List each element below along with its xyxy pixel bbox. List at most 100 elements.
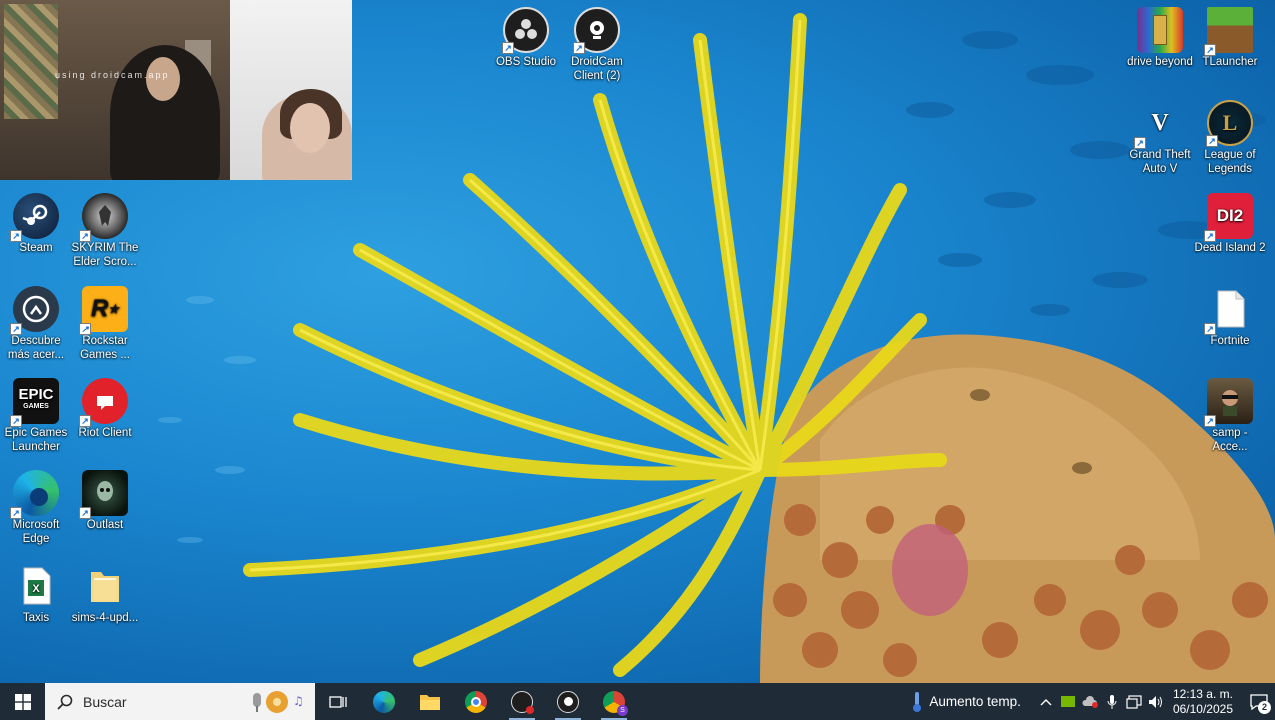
desktop-icon-label: Riot Client (78, 427, 132, 439)
network-ethernet-icon (1126, 694, 1142, 709)
desktop-icon-label: Microsoft Edge (12, 519, 60, 545)
svg-text:X: X (32, 583, 40, 595)
taskbar-file-explorer[interactable] (407, 683, 453, 720)
tray-volume[interactable] (1145, 695, 1167, 709)
desktop-icon-gta[interactable]: V ↗ Grand Theft Auto V (1124, 100, 1196, 176)
droidcam-icon: ↗ (573, 7, 620, 54)
desktop-icon-label: Steam (19, 242, 53, 254)
grass-block-icon: ↗ (1204, 7, 1253, 56)
compass-icon: ↗ (10, 286, 59, 335)
league-of-legends-icon: L ↗ (1206, 100, 1253, 147)
tray-onedrive[interactable] (1079, 695, 1101, 708)
taskbar-droidcam[interactable] (545, 683, 591, 720)
desktop-icon-droidcam[interactable]: ↗ DroidCam Client (2) (561, 7, 633, 83)
cloud-error-icon (1082, 695, 1098, 708)
dead-island-icon: DI2 ↗ (1204, 193, 1253, 242)
desktop-icon-label: Fortnite (1210, 335, 1250, 347)
desktop-icon-label: Descubre más acer... (7, 335, 65, 361)
desktop-icon-rockstar[interactable]: R ★ ↗ Rockstar Games ... (69, 286, 141, 362)
desktop-icon-label: League of Legends (1204, 149, 1256, 175)
edge-icon (373, 690, 395, 713)
desktop-icon-label: Rockstar Games ... (80, 335, 130, 361)
notification-center-button[interactable]: 2 (1243, 683, 1275, 720)
webcam-watermark: using droidcam.app (55, 70, 170, 80)
weather-widget[interactable]: Aumento temp. (911, 691, 1021, 713)
search-placeholder: Buscar (83, 693, 127, 710)
folder-icon (82, 563, 128, 609)
microphone-icon (1107, 694, 1117, 709)
desktop-icon-steam[interactable]: ↗ Steam (0, 193, 72, 255)
desktop-icon-edge[interactable]: ↗ Microsoft Edge (0, 470, 72, 546)
desktop-icon-label: SKYRIM The Elder Scro... (71, 242, 139, 268)
desktop-icon-sims[interactable]: sims-4-upd... (69, 563, 141, 625)
droidcam-icon (557, 690, 579, 713)
webcam-person-left (110, 45, 220, 180)
desktop-icon-lol[interactable]: L ↗ League of Legends (1194, 100, 1266, 176)
steam-icon: ↗ (10, 193, 59, 242)
taskbar-chrome[interactable] (453, 683, 499, 720)
desktop-icon-label: TLauncher (1202, 56, 1258, 68)
desktop-icon-fortnite[interactable]: ↗ Fortnite (1194, 286, 1266, 348)
excel-file-icon: X (13, 563, 59, 609)
desktop-icon-label: samp - Acce... (1212, 427, 1248, 453)
taskbar-clock[interactable]: 12:13 a. m. 06/10/2025 (1173, 687, 1233, 717)
blank-file-icon: ↗ (1204, 286, 1253, 335)
desktop-icon-dead-island[interactable]: DI2 ↗ Dead Island 2 (1194, 193, 1266, 255)
start-button[interactable] (0, 683, 45, 720)
riot-fist-icon: ↗ (79, 378, 128, 427)
taskbar-search-box[interactable]: Buscar ♫ (45, 683, 315, 720)
taskbar: Buscar ♫ S Aumento temp. 12:13 a. m. 06/… (0, 683, 1275, 720)
desktop-icon-descubre[interactable]: ↗ Descubre más acer... (0, 286, 72, 362)
speaker-icon (1148, 695, 1162, 708)
chevron-up-icon (1040, 698, 1052, 705)
desktop-icon-label: Dead Island 2 (1194, 242, 1266, 254)
nvidia-icon (1060, 696, 1075, 707)
desktop-icon-skyrim[interactable]: ↗ SKYRIM The Elder Scro... (69, 193, 141, 269)
desktop-icon-label: Epic Games Launcher (4, 427, 68, 453)
webcam-person-right (262, 89, 352, 180)
desktop-icon-outlast[interactable]: ↗ Outlast (69, 470, 141, 532)
taskbar-edge[interactable] (361, 683, 407, 720)
desktop-icon-label: Grand Theft Auto V (1129, 149, 1191, 175)
desktop-icon-label: DroidCam Client (2) (571, 56, 623, 82)
clock-time: 12:13 a. m. (1172, 686, 1233, 701)
search-icon (57, 694, 73, 710)
svg-text:♫: ♫ (293, 694, 304, 708)
webcam-poster (4, 4, 58, 119)
chrome-icon (465, 690, 487, 713)
weather-text: Aumento temp. (929, 694, 1021, 709)
outlast-icon: ↗ (79, 470, 128, 519)
thermometer-icon (913, 691, 922, 712)
taskbar-obs[interactable] (499, 683, 545, 720)
edge-icon: ↗ (10, 470, 59, 519)
taskbar-chrome-profile[interactable]: S (591, 683, 637, 720)
notification-count-badge: 2 (1258, 701, 1271, 714)
task-view-icon (329, 695, 347, 708)
gta-v-logo-icon: V ↗ (1134, 100, 1183, 149)
desktop-icon-epic[interactable]: EPIC GAMES ↗ Epic Games Launcher (0, 378, 72, 454)
search-highlight-art: ♫ (247, 689, 307, 715)
windows-logo-icon (14, 693, 31, 710)
tray-microphone[interactable] (1101, 694, 1123, 710)
desktop-icon-drive-beyond[interactable]: drive beyond (1124, 7, 1196, 69)
folder-icon (420, 694, 440, 710)
desktop-icon-obs[interactable]: ↗ OBS Studio (490, 7, 562, 69)
obs-icon: ↗ (502, 7, 549, 54)
desktop-icon-riot[interactable]: ↗ Riot Client (69, 378, 141, 440)
rockstar-icon: R ★ ↗ (79, 286, 128, 335)
system-tray: Aumento temp. 12:13 a. m. 06/10/2025 2 (911, 683, 1275, 720)
obs-icon (511, 690, 534, 714)
webcam-overlay: using droidcam.app (0, 0, 352, 180)
desktop-icon-tlauncher[interactable]: ↗ TLauncher (1194, 7, 1266, 69)
chrome-profile-icon: S (603, 690, 628, 716)
desktop-icon-label: sims-4-upd... (71, 612, 139, 624)
desktop-icon-label: Outlast (86, 519, 124, 531)
desktop-icon-samp[interactable]: ↗ samp - Acce... (1194, 378, 1266, 454)
desktop-icon-taxis[interactable]: X Taxis (0, 563, 72, 625)
task-view-button[interactable] (315, 683, 361, 720)
show-hidden-icons-button[interactable] (1035, 698, 1057, 706)
tray-nvidia[interactable] (1057, 696, 1079, 707)
tray-network[interactable] (1123, 694, 1145, 709)
samp-avatar-icon: ↗ (1204, 378, 1253, 427)
clock-date: 06/10/2025 (1172, 701, 1233, 716)
